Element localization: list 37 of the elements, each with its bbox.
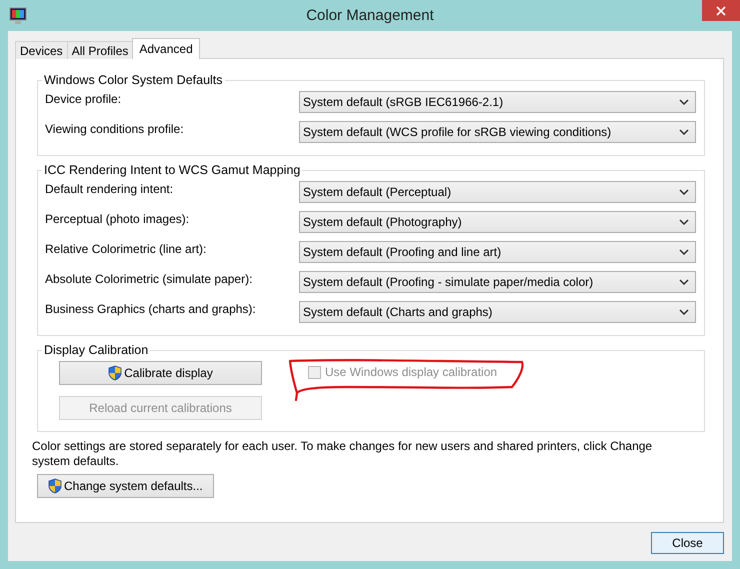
- dropdown[interactable]: System default (Perceptual): [299, 181, 696, 203]
- dropdown[interactable]: System default (WCS profile for sRGB viewing conditions): [299, 121, 696, 143]
- dropdown[interactable]: System default (Proofing - simulate paper/media color): [299, 271, 696, 293]
- window-title: Color Management: [306, 7, 434, 24]
- shield-icon: [48, 478, 62, 494]
- tab[interactable]: Advanced: [132, 38, 200, 59]
- group-title: ICC Rendering Intent to WCS Gamut Mapping: [43, 163, 302, 177]
- dropdown[interactable]: System default (sRGB IEC61966-2.1): [299, 91, 696, 113]
- close-icon: [716, 6, 726, 16]
- chevron-down-icon: [679, 219, 689, 225]
- close-button[interactable]: [702, 0, 740, 21]
- dropdown[interactable]: System default (Proofing and line art): [299, 241, 696, 263]
- monitor-icon: [9, 6, 27, 24]
- field-label: Relative Colorimetric (line art):: [45, 242, 206, 256]
- field-label: Device profile:: [45, 92, 122, 106]
- tab[interactable]: All Profiles: [66, 41, 134, 59]
- field-label: Viewing conditions profile:: [45, 122, 184, 136]
- button[interactable]: Close: [651, 532, 724, 554]
- chevron-down-icon: [679, 129, 689, 135]
- chevron-down-icon: [679, 189, 689, 195]
- dropdown[interactable]: System default (Charts and graphs): [299, 301, 696, 323]
- group-title: Display Calibration: [43, 343, 150, 357]
- dropdown[interactable]: System default (Photography): [299, 211, 696, 233]
- group-title: Windows Color System Defaults: [43, 73, 224, 87]
- chevron-down-icon: [679, 249, 689, 255]
- field-label: Perceptual (photo images):: [45, 212, 190, 226]
- chevron-down-icon: [679, 99, 689, 105]
- button[interactable]: Calibrate display: [59, 361, 262, 385]
- chevron-down-icon: [679, 279, 689, 285]
- field-label: Default rendering intent:: [45, 182, 174, 196]
- chevron-down-icon: [679, 309, 689, 315]
- field-label: Business Graphics (charts and graphs):: [45, 302, 256, 316]
- field-label: Absolute Colorimetric (simulate paper):: [45, 272, 252, 286]
- tab[interactable]: Devices: [15, 41, 68, 59]
- button[interactable]: Change system defaults...: [37, 474, 214, 498]
- info-text: Color settings are stored separately for each user. To make changes for new users and shared printers, click Change system defaults.: [32, 439, 654, 469]
- shield-icon: [108, 365, 122, 381]
